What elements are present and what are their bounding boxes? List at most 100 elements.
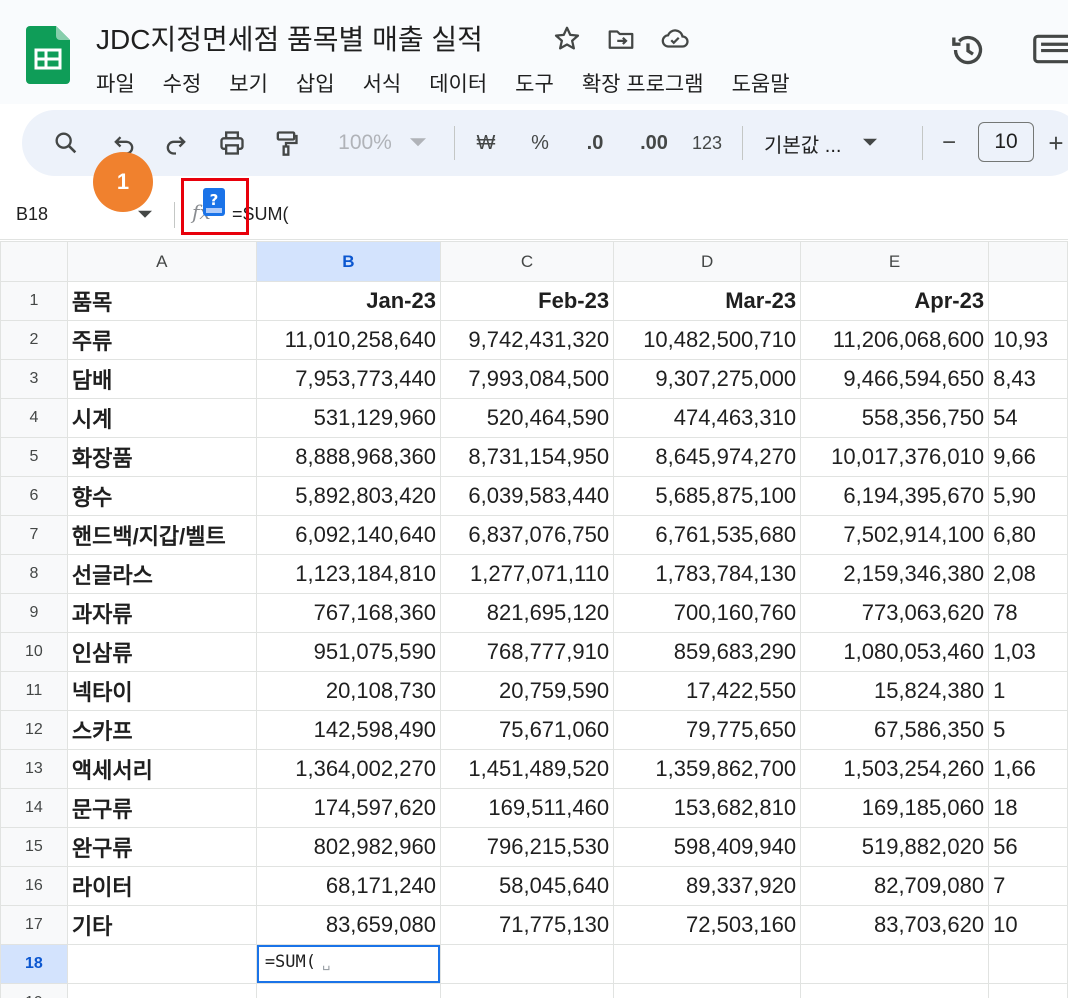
cell[interactable]: [800, 944, 990, 984]
cell-value[interactable]: 6,80: [988, 515, 1068, 555]
cell-value[interactable]: 20,759,590: [439, 671, 615, 711]
cell-item-header[interactable]: 품목: [66, 281, 257, 321]
document-title[interactable]: JDC지정면세점 품목별 매출 실적: [96, 18, 483, 58]
move-folder-icon[interactable]: [606, 24, 636, 54]
cell[interactable]: [988, 983, 1068, 998]
zoom-select[interactable]: 100%: [328, 122, 436, 164]
menu-tools[interactable]: 도구: [515, 64, 568, 102]
cell[interactable]: [988, 281, 1068, 321]
cell-value[interactable]: 1,277,071,110: [439, 554, 615, 594]
active-cell[interactable]: =SUM(␣: [255, 944, 441, 984]
comment-icon[interactable]: [1030, 30, 1068, 68]
cell-item[interactable]: 시계: [66, 398, 257, 438]
cell-value[interactable]: 2,08: [988, 554, 1068, 594]
select-all-corner[interactable]: [0, 241, 68, 282]
column-header-c[interactable]: C: [439, 241, 615, 282]
cloud-status-icon[interactable]: [660, 24, 690, 54]
active-cell-editor[interactable]: =SUM(␣: [257, 945, 440, 983]
cell-month-apr[interactable]: Apr-23: [800, 281, 990, 321]
history-icon[interactable]: [948, 30, 988, 70]
row-header[interactable]: 17: [0, 905, 68, 945]
cell-value[interactable]: 598,409,940: [613, 827, 802, 867]
cell-value[interactable]: 558,356,750: [800, 398, 990, 438]
row-header[interactable]: 8: [0, 554, 68, 594]
row-header[interactable]: 1: [0, 281, 68, 321]
search-menus-button[interactable]: [48, 122, 84, 164]
cell-value[interactable]: 6,039,583,440: [439, 476, 615, 516]
cell-value[interactable]: 9,66: [988, 437, 1068, 477]
column-header-f[interactable]: [988, 241, 1068, 282]
cell-value[interactable]: 821,695,120: [439, 593, 615, 633]
menu-extensions[interactable]: 확장 프로그램: [582, 64, 718, 102]
cell-item[interactable]: 담배: [66, 359, 257, 399]
row-header[interactable]: 10: [0, 632, 68, 672]
cell-value[interactable]: 531,129,960: [255, 398, 441, 438]
cell-value[interactable]: 8,43: [988, 359, 1068, 399]
cell-value[interactable]: 951,075,590: [255, 632, 441, 672]
cell-value[interactable]: 773,063,620: [800, 593, 990, 633]
row-header[interactable]: 14: [0, 788, 68, 828]
cell-value[interactable]: 10,93: [988, 320, 1068, 360]
cell-value[interactable]: 2,159,346,380: [800, 554, 990, 594]
cell-value[interactable]: 79,775,650: [613, 710, 802, 750]
cell-value[interactable]: 6,092,140,640: [255, 515, 441, 555]
cell-value[interactable]: 5,90: [988, 476, 1068, 516]
cell-value[interactable]: 7,953,773,440: [255, 359, 441, 399]
row-header[interactable]: 5: [0, 437, 68, 477]
cell-value[interactable]: 58,045,640: [439, 866, 615, 906]
increase-font-size-button[interactable]: +: [1044, 122, 1068, 164]
cell-value[interactable]: 78: [988, 593, 1068, 633]
cell-value[interactable]: 11,010,258,640: [255, 320, 441, 360]
cell-item[interactable]: 주류: [66, 320, 257, 360]
cell-value[interactable]: 7,993,084,500: [439, 359, 615, 399]
menu-help[interactable]: 도움말: [732, 64, 804, 102]
menu-edit[interactable]: 수정: [163, 64, 216, 102]
cell[interactable]: [800, 983, 990, 998]
cell-month-mar[interactable]: Mar-23: [613, 281, 802, 321]
cell-value[interactable]: 142,598,490: [255, 710, 441, 750]
cell-value[interactable]: 859,683,290: [613, 632, 802, 672]
cell-value[interactable]: 17,422,550: [613, 671, 802, 711]
cell-item[interactable]: 스카프: [66, 710, 257, 750]
row-header[interactable]: 4: [0, 398, 68, 438]
cell-item[interactable]: 과자류: [66, 593, 257, 633]
cell-item[interactable]: 기타: [66, 905, 257, 945]
cell-value[interactable]: 10,482,500,710: [613, 320, 802, 360]
cell-value[interactable]: 1,66: [988, 749, 1068, 789]
cell-value[interactable]: 71,775,130: [439, 905, 615, 945]
cell-item[interactable]: 핸드백/지갑/벨트: [66, 515, 257, 555]
cell-value[interactable]: 1,359,862,700: [613, 749, 802, 789]
cell-value[interactable]: 5: [988, 710, 1068, 750]
row-header[interactable]: 9: [0, 593, 68, 633]
cell-value[interactable]: 1,503,254,260: [800, 749, 990, 789]
cell-item[interactable]: 향수: [66, 476, 257, 516]
row-header[interactable]: 16: [0, 866, 68, 906]
cell-month-feb[interactable]: Feb-23: [439, 281, 615, 321]
cell-value[interactable]: 15,824,380: [800, 671, 990, 711]
cell-value[interactable]: 8,731,154,950: [439, 437, 615, 477]
row-header[interactable]: 11: [0, 671, 68, 711]
font-size-input[interactable]: 10: [978, 122, 1034, 162]
cell-value[interactable]: 520,464,590: [439, 398, 615, 438]
cell-value[interactable]: 1,03: [988, 632, 1068, 672]
cell[interactable]: [439, 944, 615, 984]
cell-value[interactable]: 1,451,489,520: [439, 749, 615, 789]
cell-item[interactable]: 인삼류: [66, 632, 257, 672]
cell-value[interactable]: 169,185,060: [800, 788, 990, 828]
cell-value[interactable]: 18: [988, 788, 1068, 828]
menu-view[interactable]: 보기: [229, 64, 282, 102]
star-icon[interactable]: [552, 24, 582, 54]
cell[interactable]: [613, 983, 802, 998]
cell-value[interactable]: 54: [988, 398, 1068, 438]
dropdown-arrow-icon[interactable]: [138, 210, 152, 220]
menu-data[interactable]: 데이터: [429, 64, 501, 102]
cell-value[interactable]: 83,659,080: [255, 905, 441, 945]
cell-item[interactable]: 문구류: [66, 788, 257, 828]
cell-item[interactable]: 선글라스: [66, 554, 257, 594]
row-header[interactable]: 3: [0, 359, 68, 399]
row-header-active[interactable]: 18: [0, 944, 68, 984]
cell-item[interactable]: 완구류: [66, 827, 257, 867]
column-header-a[interactable]: A: [66, 241, 257, 282]
cell[interactable]: [66, 944, 257, 984]
cell-item[interactable]: 넥타이: [66, 671, 257, 711]
